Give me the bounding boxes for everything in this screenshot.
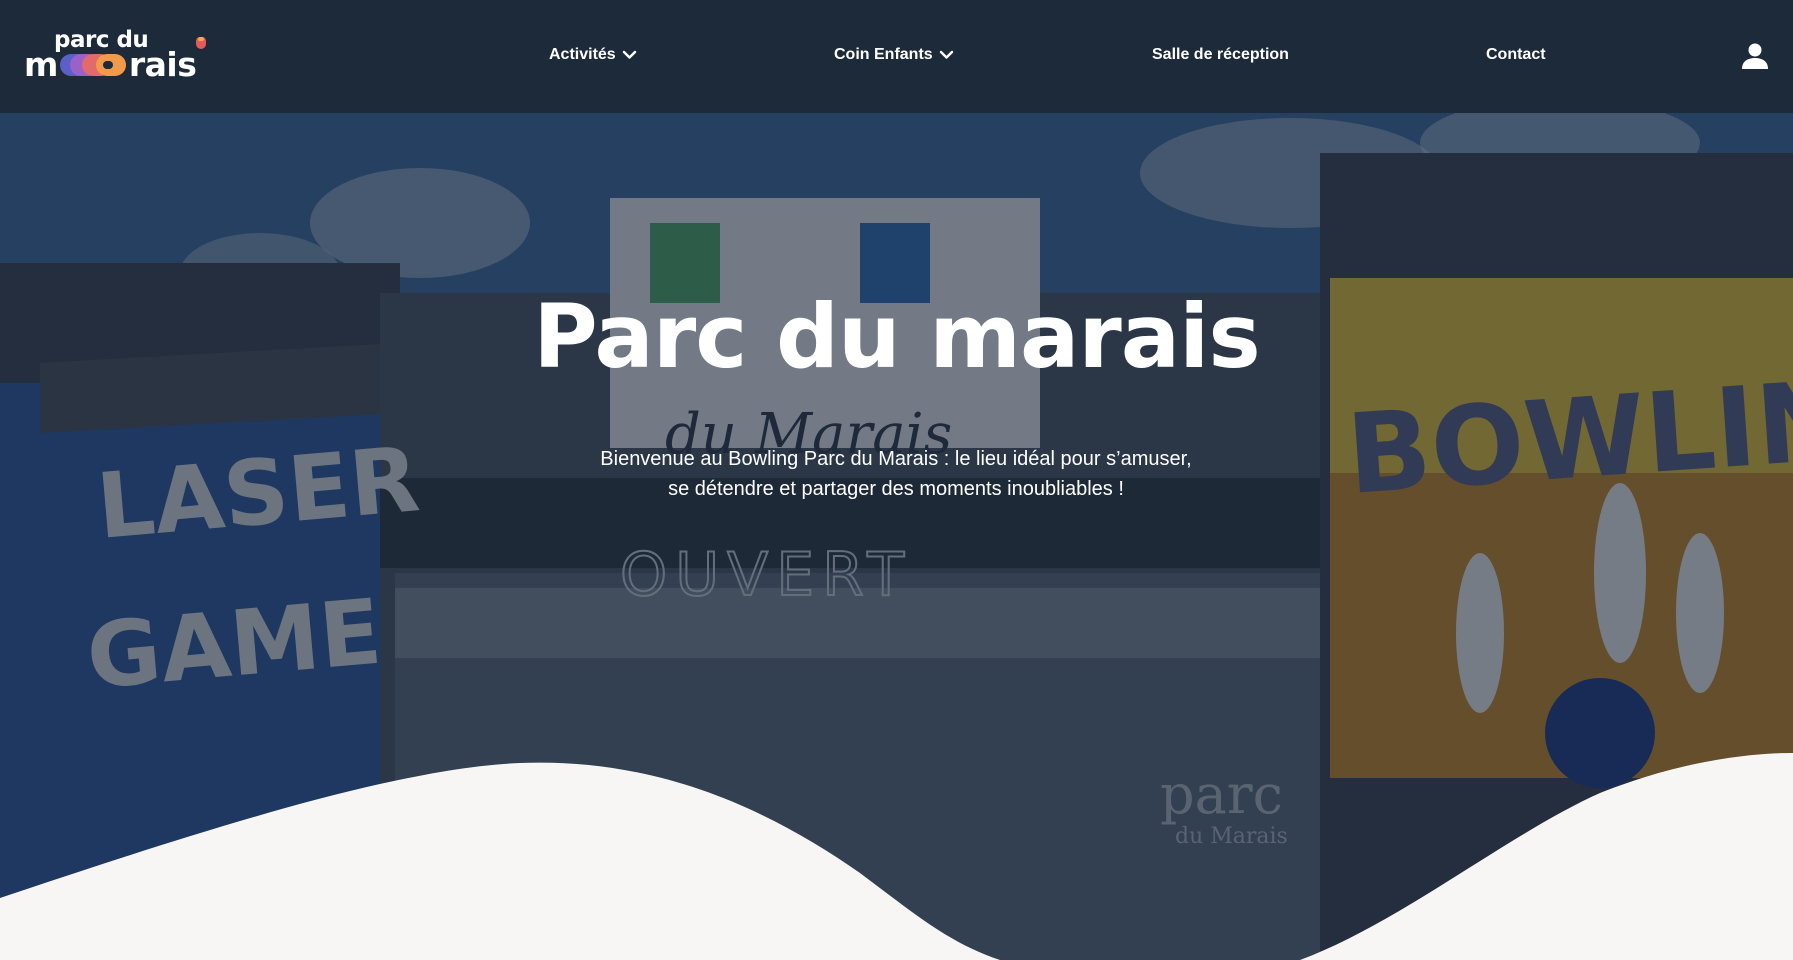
logo-text-bottom-end: rais [128, 45, 197, 84]
nav-item-coin-enfants[interactable]: Coin Enfants [834, 43, 954, 67]
logo-rainbow-icon [59, 54, 126, 76]
site-header: parc du m rais Activités Coin Enfants Sa… [0, 0, 1793, 113]
nav-item-salle-de-reception[interactable]: Salle de réception [1152, 43, 1289, 67]
nav-item-activites[interactable]: Activités [549, 43, 637, 67]
nav-item-label: Salle de réception [1152, 46, 1289, 63]
account-button[interactable] [1741, 42, 1769, 70]
chevron-down-icon [622, 50, 636, 59]
hero-wave-divider [0, 753, 1793, 960]
user-icon [1742, 43, 1768, 69]
nav-item-contact[interactable]: Contact [1486, 43, 1546, 67]
logo-dot-icon [196, 37, 206, 49]
nav-item-label: Coin Enfants [834, 46, 933, 63]
nav-item-label: Activités [549, 46, 616, 63]
logo-text-bottom-start: m [24, 45, 58, 84]
nav-item-label: Contact [1486, 46, 1546, 63]
logo-text-bottom: m rais [24, 45, 197, 84]
site-logo[interactable]: parc du m rais [24, 28, 234, 82]
chevron-down-icon [939, 50, 953, 59]
hero-section: LASER GAME OUVERT BOWLING du Marais parc… [0, 113, 1793, 960]
